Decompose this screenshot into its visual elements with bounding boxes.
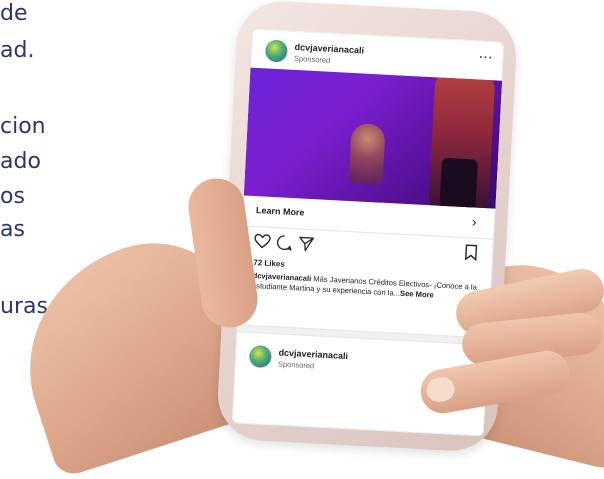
- sitting-person-figure: [348, 122, 386, 185]
- avatar[interactable]: [248, 344, 272, 369]
- chevron-right-icon: ›: [471, 213, 478, 230]
- post-caption: dcvjaverianacali Más Javerianos Créditos…: [252, 271, 483, 302]
- bookmark-icon[interactable]: [464, 244, 478, 261]
- likes-count[interactable]: 72 Likes: [253, 258, 285, 269]
- see-more-link[interactable]: See More: [400, 288, 434, 299]
- person-legs-figure: [438, 157, 478, 209]
- more-options-button[interactable]: ···: [479, 52, 494, 65]
- bg-line: ad.: [0, 38, 35, 63]
- share-icon[interactable]: [297, 234, 316, 253]
- comment-icon[interactable]: [275, 233, 294, 252]
- avatar[interactable]: [264, 39, 288, 63]
- thumbnail-nail: [424, 375, 457, 404]
- learn-more-label: Learn More: [255, 205, 305, 218]
- post-media-image[interactable]: [243, 67, 503, 209]
- bg-line: os: [0, 184, 25, 209]
- bg-line: de: [0, 1, 28, 26]
- sponsored-label: Sponsored: [293, 53, 331, 65]
- bg-line: cion: [0, 114, 46, 139]
- bg-line: ado: [0, 149, 41, 174]
- action-bar: [253, 232, 315, 252]
- bg-line: uras: [0, 294, 48, 319]
- heart-icon[interactable]: [253, 232, 272, 251]
- next-post-sponsored: Sponsored: [277, 359, 315, 371]
- bg-line: as: [0, 217, 25, 242]
